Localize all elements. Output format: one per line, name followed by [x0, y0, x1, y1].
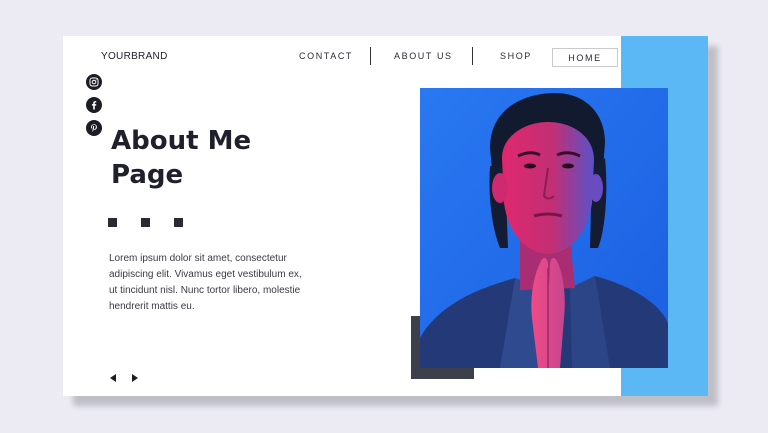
pinterest-icon[interactable]	[86, 120, 102, 136]
facebook-icon[interactable]	[86, 97, 102, 113]
slide-indicator[interactable]	[174, 218, 183, 227]
page-title: About Me Page	[111, 124, 351, 192]
slide-indicator[interactable]	[108, 218, 117, 227]
title-line-1: About Me	[111, 126, 252, 156]
nav-about-us[interactable]: ABOUT US	[394, 51, 453, 61]
nav-divider	[472, 47, 473, 65]
nav-shop[interactable]: SHOP	[500, 51, 532, 61]
body-text: Lorem ipsum dolor sit amet, consectetur …	[109, 253, 302, 312]
instagram-icon[interactable]	[86, 74, 102, 90]
nav-home-button[interactable]: HOME	[552, 48, 618, 67]
arrow-left-icon[interactable]	[110, 374, 116, 382]
portrait-photo	[420, 88, 668, 368]
nav-contact[interactable]: CONTACT	[299, 51, 353, 61]
brand-logo[interactable]: YOURBRAND	[101, 51, 168, 62]
slide-indicator[interactable]	[141, 218, 150, 227]
arrow-right-icon[interactable]	[132, 374, 138, 382]
nav-divider	[370, 47, 371, 65]
title-line-2: Page	[111, 160, 184, 190]
